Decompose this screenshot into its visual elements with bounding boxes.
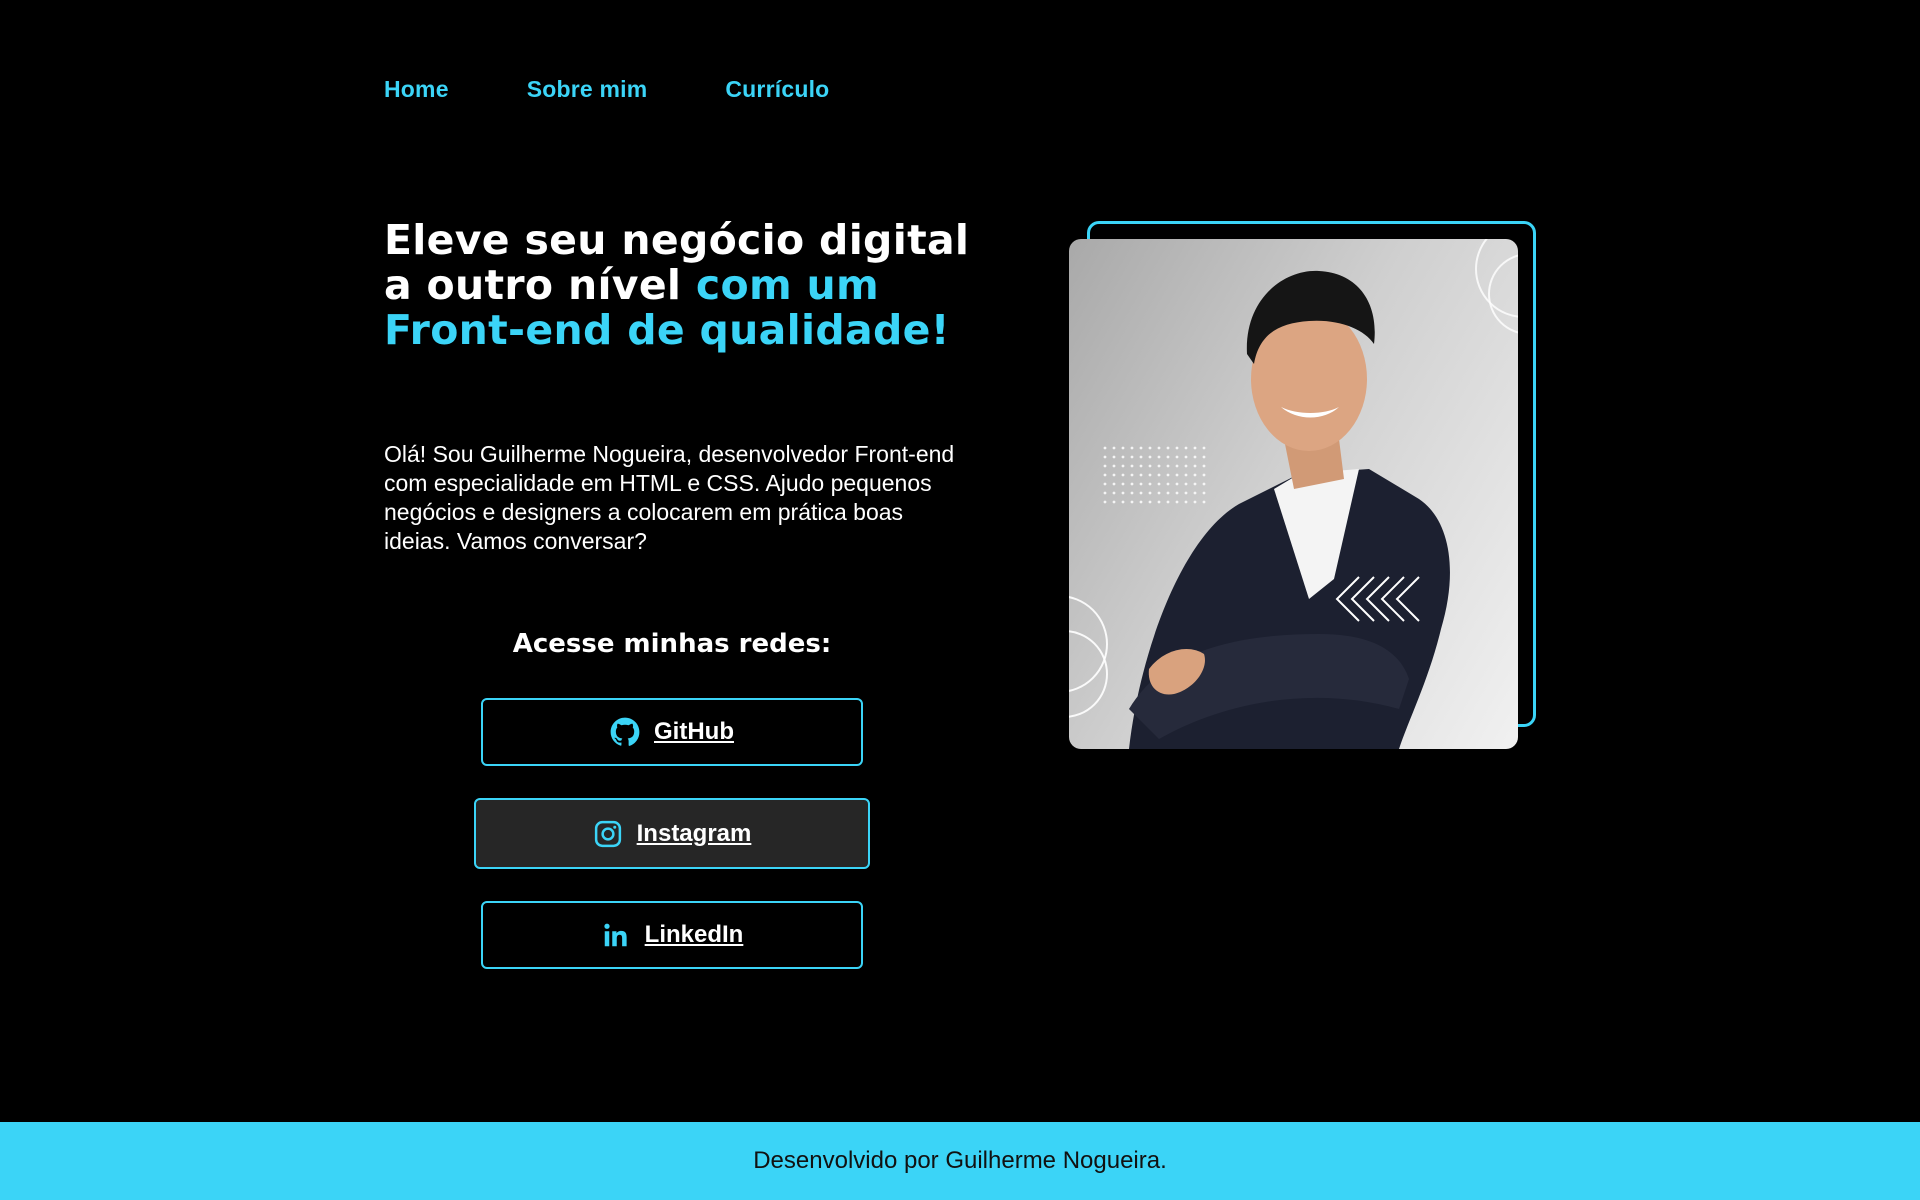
social-title: Acesse minhas redes: xyxy=(512,629,832,659)
instagram-label: Instagram xyxy=(636,819,752,847)
linkedin-button[interactable]: LinkedIn xyxy=(481,901,863,969)
page: Home Sobre mim Currículo Eleve seu negóc… xyxy=(0,0,1920,1200)
headline-white-text: Eleve seu negócio digital a outro nível xyxy=(384,216,970,309)
hero-headline: Eleve seu negócio digital a outro nível … xyxy=(384,218,984,353)
linkedin-icon xyxy=(601,920,631,950)
footer: Desenvolvido por Guilherme Nogueira. xyxy=(0,1122,1920,1200)
nav-home-link[interactable]: Home xyxy=(384,76,449,103)
nav-resume-link[interactable]: Currículo xyxy=(725,76,829,103)
github-label: GitHub xyxy=(654,718,734,745)
main-nav: Home Sobre mim Currículo xyxy=(384,76,829,103)
portrait-photo xyxy=(1069,239,1518,749)
instagram-button[interactable]: Instagram xyxy=(474,798,870,869)
nav-about-link[interactable]: Sobre mim xyxy=(527,76,648,103)
footer-credit: Desenvolvido por Guilherme Nogueira. xyxy=(753,1147,1167,1174)
github-button[interactable]: GitHub xyxy=(481,698,863,766)
github-icon xyxy=(610,717,640,747)
instagram-icon xyxy=(593,819,623,849)
intro-text: Olá! Sou Guilherme Nogueira, desenvolved… xyxy=(384,441,955,554)
linkedin-label: LinkedIn xyxy=(644,921,744,948)
